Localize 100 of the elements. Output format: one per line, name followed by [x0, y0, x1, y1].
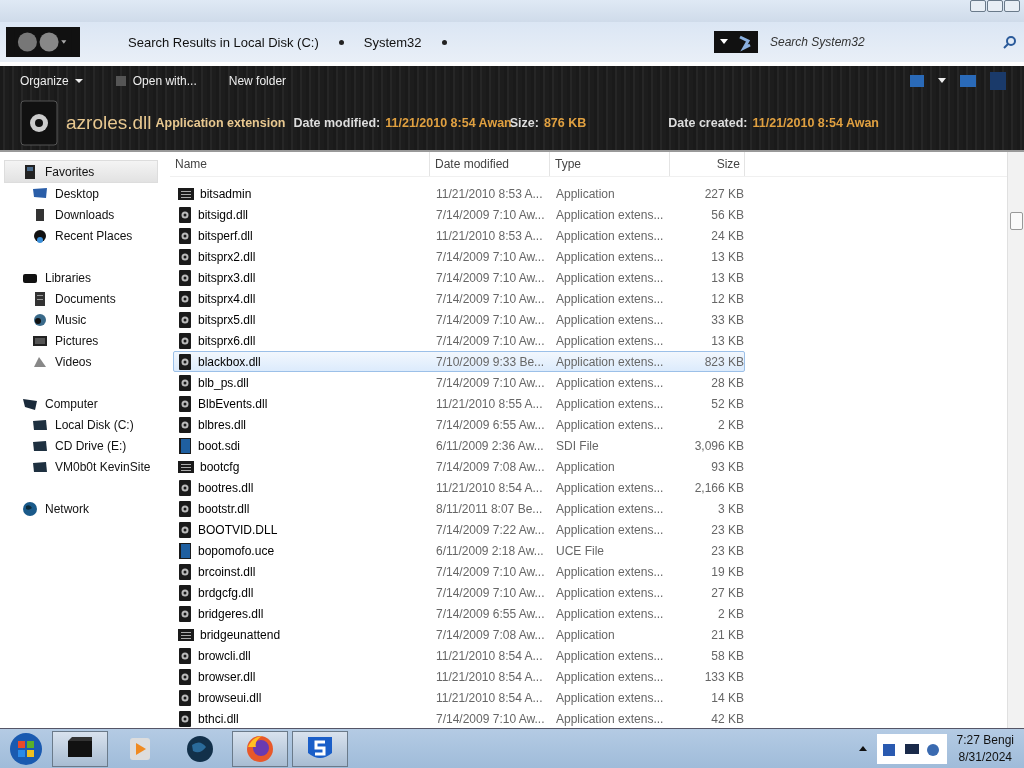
nav-label: Libraries	[45, 270, 92, 285]
close-button[interactable]	[1004, 0, 1020, 12]
nav-item[interactable]: Pictures	[0, 330, 170, 351]
nav-item[interactable]: Local Disk (C:)	[0, 414, 170, 435]
file-row[interactable]: bootres.dll 11/21/2010 8:54 A... Application extens... 2,166 KB	[173, 477, 745, 498]
file-row[interactable]: bthci.dll 7/14/2009 7:10 Aw... Application extens... 42 KB	[173, 708, 745, 729]
breadcrumb[interactable]: Search Results in Local Disk (C:)	[128, 34, 319, 50]
file-row[interactable]: bitsperf.dll 11/21/2010 8:53 A... Application extens... 24 KB	[173, 225, 745, 246]
file-row[interactable]: brdgcfg.dll 7/14/2009 7:10 Aw... Application extens... 27 KB	[173, 582, 745, 603]
search-field[interactable]: Search System32	[766, 31, 994, 53]
nav-label: Desktop	[55, 186, 100, 201]
size-cell-text: 2 KB	[717, 605, 744, 622]
gear-file-icon	[178, 353, 192, 370]
nav-item[interactable]: Computer	[0, 393, 170, 414]
file-row[interactable]: bitsprx3.dll 7/14/2009 7:10 Aw... Application extens... 13 KB	[173, 267, 745, 288]
gear-file-icon	[178, 605, 192, 622]
file-row[interactable]: BOOTVID.DLL 7/14/2009 7:22 Aw... Application extens... 23 KB	[173, 519, 745, 540]
breadcrumb[interactable]: System32	[363, 34, 422, 50]
gear-file-icon	[20, 100, 58, 146]
file-row[interactable]: boot.sdi 6/11/2009 2:36 Aw... SDI File 3,096 KB	[173, 435, 745, 456]
nav-item[interactable]: VM0b0t KevinSite	[0, 456, 170, 477]
type-cell-text: Application extens...	[555, 206, 665, 223]
file-row[interactable]: bitsprx5.dll 7/14/2009 7:10 Aw... Application extens... 33 KB	[173, 309, 745, 330]
date-cell-text: 11/21/2010 8:53 A...	[435, 227, 544, 244]
clock-date[interactable]: 8/31/2024	[958, 749, 1012, 766]
file-name: azroles.dll	[66, 112, 152, 134]
nav-label: Music	[55, 312, 87, 327]
nav-item[interactable]: Libraries	[0, 267, 170, 288]
nav-item[interactable]: Documents	[0, 288, 170, 309]
column-header[interactable]: Name	[170, 152, 430, 176]
column-header[interactable]: Type	[550, 152, 670, 176]
file-row[interactable]: bitsadmin 11/21/2010 8:53 A... Application 227 KB	[173, 183, 745, 204]
type-cell-text: Application	[555, 185, 616, 202]
nav-item[interactable]: Desktop	[0, 183, 170, 204]
date-cell-text: 6/11/2009 2:18 Aw...	[435, 542, 545, 559]
detail-value: 11/21/2010 8:54 Awan	[385, 116, 512, 130]
file-icon	[178, 437, 192, 454]
clock-time[interactable]: 7:27 Bengi	[956, 732, 1014, 749]
nav-item[interactable]: Downloads	[0, 204, 170, 225]
file-row[interactable]: bootcfg 7/14/2009 7:08 Aw... Application 93 KB	[173, 456, 745, 477]
toolbar-button[interactable]: New folder	[226, 72, 289, 90]
date-cell-text: 7/14/2009 7:10 Aw...	[435, 206, 546, 223]
disc-icon	[32, 311, 48, 328]
type-cell-text: Application extens...	[555, 311, 665, 328]
maximize-button[interactable]	[987, 0, 1003, 12]
tray-icons[interactable]	[876, 734, 947, 764]
tray-arrow-icon[interactable]	[858, 745, 867, 753]
toolbar-button[interactable]: Organize	[18, 72, 85, 90]
file-row[interactable]: bitsigd.dll 7/14/2009 7:10 Aw... Application extens... 56 KB	[173, 204, 745, 225]
refresh-icon[interactable]	[714, 31, 758, 53]
nav-item[interactable]: Network	[0, 498, 170, 519]
search-icon[interactable]	[1002, 34, 1018, 50]
nav-label: Local Disk (C:)	[55, 417, 134, 432]
back-forward-icon[interactable]	[6, 27, 80, 57]
file-row[interactable]: brcoinst.dll 7/14/2009 7:10 Aw... Application extens... 19 KB	[173, 561, 745, 582]
file-row[interactable]: bitsprx4.dll 7/14/2009 7:10 Aw... Application extens... 12 KB	[173, 288, 745, 309]
file-name: browcli.dll	[198, 647, 251, 664]
nav-item[interactable]: Videos	[0, 351, 170, 372]
toolbar-button[interactable]: Open with...	[112, 72, 199, 90]
file-row[interactable]: blb_ps.dll 7/14/2009 7:10 Aw... Application extens... 28 KB	[173, 372, 745, 393]
size-cell-text: 27 KB	[710, 584, 744, 601]
type-cell-text: Application extens...	[555, 332, 665, 349]
file-name: bitsadmin	[200, 185, 252, 202]
file-row[interactable]: bridgeres.dll 7/14/2009 6:55 Aw... Application extens... 2 KB	[173, 603, 745, 624]
date-cell-text: 7/14/2009 7:08 Aw...	[435, 626, 546, 643]
size-cell-text: 33 KB	[710, 311, 744, 328]
file-row[interactable]: bootstr.dll 8/11/2011 8:07 Be... Application extens... 3 KB	[173, 498, 745, 519]
detail-label: Date modified:	[293, 116, 381, 130]
column-header[interactable]: Date modified	[430, 152, 550, 176]
dropdown-arrow-icon[interactable]	[938, 78, 946, 84]
file-name: browseui.dll	[198, 689, 262, 706]
file-row[interactable]: browcli.dll 11/21/2010 8:54 A... Application extens... 58 KB	[173, 645, 745, 666]
taskbar-app[interactable]	[52, 731, 108, 767]
file-row[interactable]: BlbEvents.dll 11/21/2010 8:55 A... Application extens... 52 KB	[173, 393, 745, 414]
fox-icon	[244, 733, 276, 765]
nav-item[interactable]: Music	[0, 309, 170, 330]
column-header[interactable]: Size	[670, 152, 745, 176]
minimize-button[interactable]	[970, 0, 986, 12]
file-row[interactable]: browseui.dll 11/21/2010 8:54 A... Application extens... 14 KB	[173, 687, 745, 708]
size-cell-text: 56 KB	[710, 206, 744, 223]
nav-item[interactable]: Recent Places	[0, 225, 170, 246]
date-cell-text: 7/14/2009 6:55 Aw...	[435, 605, 546, 622]
file-row[interactable]: bopomofo.uce 6/11/2009 2:18 Aw... UCE File 23 KB	[173, 540, 745, 561]
size-cell-text: 227 KB	[703, 185, 744, 202]
file-row[interactable]: browser.dll 11/21/2010 8:54 A... Application extens... 133 KB	[173, 666, 745, 687]
size-cell-text: 2 KB	[717, 416, 744, 433]
nav-item[interactable]: Favorites	[4, 160, 158, 183]
type-cell-text: Application extens...	[555, 290, 665, 307]
date-cell-text: 11/21/2010 8:54 A...	[435, 668, 544, 685]
file-row[interactable]: bitsprx2.dll 7/14/2009 7:10 Aw... Application extens... 13 KB	[173, 246, 745, 267]
taskbar-app[interactable]	[292, 731, 348, 767]
scrollbar[interactable]	[1007, 152, 1024, 728]
file-row[interactable]: blackbox.dll 7/10/2009 9:33 Be... Application extens... 823 KB	[173, 351, 745, 372]
file-row[interactable]: bridgeunattend 7/14/2009 7:08 Aw... Application 21 KB	[173, 624, 745, 645]
nav-item[interactable]: CD Drive (E:)	[0, 435, 170, 456]
gear-file-icon	[178, 521, 192, 538]
file-name: bridgeres.dll	[198, 605, 264, 622]
file-row[interactable]: bitsprx6.dll 7/14/2009 7:10 Aw... Application extens... 13 KB	[173, 330, 745, 351]
date-cell-text: 11/21/2010 8:55 A...	[435, 395, 544, 412]
file-row[interactable]: blbres.dll 7/14/2009 6:55 Aw... Application extens... 2 KB	[173, 414, 745, 435]
